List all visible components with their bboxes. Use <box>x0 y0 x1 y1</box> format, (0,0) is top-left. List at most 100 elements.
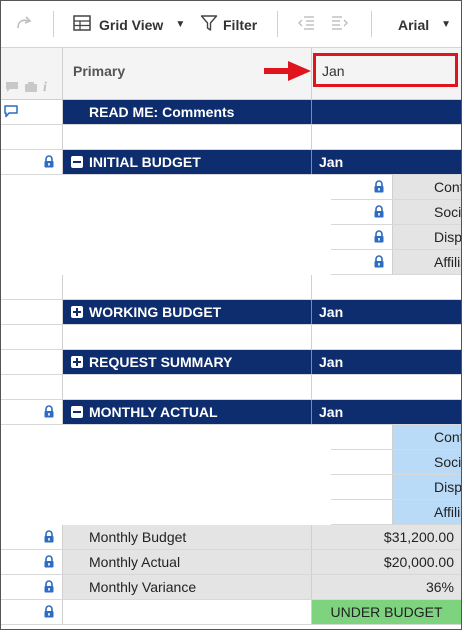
jan-cell[interactable] <box>311 125 461 149</box>
jan-cell[interactable] <box>311 275 461 299</box>
primary-cell[interactable]: Monthly Variance <box>63 575 311 599</box>
table-row[interactable]: Monthly Variance 36% <box>1 575 461 600</box>
table-row[interactable]: Display$5,200.00 <box>331 475 461 500</box>
primary-cell[interactable]: Affiliate-Share <box>393 250 461 274</box>
jan-cell[interactable]: Jan <box>311 150 461 174</box>
primary-cell[interactable]: Social <box>393 450 461 474</box>
primary-column-header[interactable]: Primary <box>73 63 125 79</box>
red-arrow-annotation <box>264 61 311 81</box>
table-row[interactable]: UNDER BUDGET <box>1 600 461 625</box>
row-gutter <box>331 225 393 249</box>
jan-cell[interactable] <box>311 325 461 349</box>
jan-cell[interactable] <box>311 100 461 124</box>
jan-cell[interactable]: $31,200.00 <box>311 525 461 549</box>
grid-view-dropdown[interactable]: Grid View ▼ <box>73 1 185 48</box>
table-row[interactable]: READ ME: Comments <box>1 100 461 125</box>
filter-button[interactable]: Filter <box>200 1 257 48</box>
primary-cell[interactable] <box>63 375 311 399</box>
row-gutter <box>1 150 63 174</box>
lock-icon <box>373 180 385 196</box>
column-header-row: i Primary Jan <box>1 48 461 100</box>
filter-label: Filter <box>223 16 258 33</box>
attachment-icon <box>24 80 38 96</box>
row-gutter <box>331 500 393 524</box>
primary-cell[interactable]: REQUEST SUMMARY <box>63 350 311 374</box>
jan-cell[interactable]: Jan <box>311 350 461 374</box>
lock-icon <box>43 405 55 421</box>
primary-cell[interactable]: ContentDev <box>393 175 461 199</box>
grid-icon <box>73 15 91 34</box>
outdent-button[interactable] <box>297 1 315 48</box>
status-badge[interactable]: UNDER BUDGET <box>311 600 461 624</box>
table-row[interactable]: Affiliate-Share$6,000.00 <box>331 250 461 275</box>
row-gutter <box>1 575 63 599</box>
primary-cell-text: REQUEST SUMMARY <box>89 354 233 370</box>
collapse-icon[interactable] <box>71 406 83 418</box>
primary-cell[interactable]: MONTHLY ACTUAL <box>63 400 311 424</box>
table-row[interactable]: MONTHLY ACTUAL Jan <box>1 400 461 425</box>
row-gutter <box>1 550 63 574</box>
primary-cell[interactable]: ContentDev <box>393 425 461 449</box>
primary-cell-text: WORKING BUDGET <box>89 304 222 320</box>
table-row[interactable] <box>1 325 461 350</box>
primary-cell[interactable] <box>63 600 311 624</box>
primary-cell[interactable]: Affiliate-Share <box>393 500 461 524</box>
table-row[interactable]: Social$4,600.00 <box>331 450 461 475</box>
primary-cell-text: Monthly Actual <box>89 554 181 570</box>
lock-icon <box>43 530 55 546</box>
table-row[interactable]: Social$5,000.00 <box>331 200 461 225</box>
primary-cell[interactable]: Social <box>393 200 461 224</box>
grid-view-label: Grid View <box>99 16 164 33</box>
table-row[interactable]: Monthly Budget $31,200.00 <box>1 525 461 550</box>
primary-cell[interactable] <box>63 125 311 149</box>
table-row[interactable]: REQUEST SUMMARY Jan <box>1 350 461 375</box>
primary-cell[interactable]: Monthly Budget <box>63 525 311 549</box>
table-row[interactable] <box>1 125 461 150</box>
primary-cell[interactable]: INITIAL BUDGET <box>63 150 311 174</box>
row-gutter <box>331 175 393 199</box>
table-row[interactable]: ContentDev$8,000.00 <box>331 425 461 450</box>
info-icon: i <box>43 80 47 95</box>
font-dropdown[interactable]: Arial ▼ <box>398 1 451 48</box>
primary-cell-text: ContentDev <box>434 179 461 195</box>
toolbar: Grid View ▼ Filter Arial ▼ <box>1 1 461 48</box>
table-row[interactable]: ContentDev$12,000.00 <box>331 175 461 200</box>
sheet-window: Grid View ▼ Filter Arial ▼ i Primary Jan… <box>0 0 462 630</box>
primary-cell[interactable]: Display <box>393 225 461 249</box>
primary-cell[interactable]: WORKING BUDGET <box>63 300 311 324</box>
row-gutter <box>1 125 63 149</box>
toolbar-divider <box>53 11 54 37</box>
indent-icon <box>331 15 349 34</box>
table-row[interactable] <box>1 275 461 300</box>
expand-icon[interactable] <box>71 356 83 368</box>
primary-cell[interactable]: Monthly Actual <box>63 550 311 574</box>
primary-cell[interactable]: Display <box>393 475 461 499</box>
jan-cell[interactable] <box>311 375 461 399</box>
sheet-grid: READ ME: CommentsINITIAL BUDGETJanConten… <box>1 100 461 625</box>
table-row[interactable]: WORKING BUDGET Jan <box>1 300 461 325</box>
table-row[interactable]: INITIAL BUDGET Jan <box>1 150 461 175</box>
jan-cell[interactable]: 36% <box>311 575 461 599</box>
primary-cell-text: MONTHLY ACTUAL <box>89 404 218 420</box>
table-row[interactable]: Affiliate-Share$2,200.00 <box>331 500 461 525</box>
jan-cell[interactable]: $20,000.00 <box>311 550 461 574</box>
table-row[interactable]: Monthly Actual $20,000.00 <box>1 550 461 575</box>
lock-icon <box>373 255 385 271</box>
primary-cell[interactable] <box>63 325 311 349</box>
jan-cell[interactable]: Jan <box>311 300 461 324</box>
row-gutter <box>331 475 393 499</box>
redo-button[interactable] <box>13 1 35 48</box>
chevron-down-icon: ▼ <box>175 19 186 30</box>
primary-cell[interactable]: READ ME: Comments <box>63 100 311 124</box>
row-gutter <box>331 450 393 474</box>
collapse-icon[interactable] <box>71 156 83 168</box>
primary-cell[interactable] <box>63 275 311 299</box>
table-row[interactable]: Display$5,000.00 <box>331 225 461 250</box>
indent-button[interactable] <box>331 1 349 48</box>
row-gutter <box>1 525 63 549</box>
table-row[interactable] <box>1 375 461 400</box>
jan-cell[interactable]: Jan <box>311 400 461 424</box>
comment-icon[interactable] <box>4 105 18 121</box>
jan-column-header[interactable]: Jan <box>313 53 458 87</box>
expand-icon[interactable] <box>71 306 83 318</box>
